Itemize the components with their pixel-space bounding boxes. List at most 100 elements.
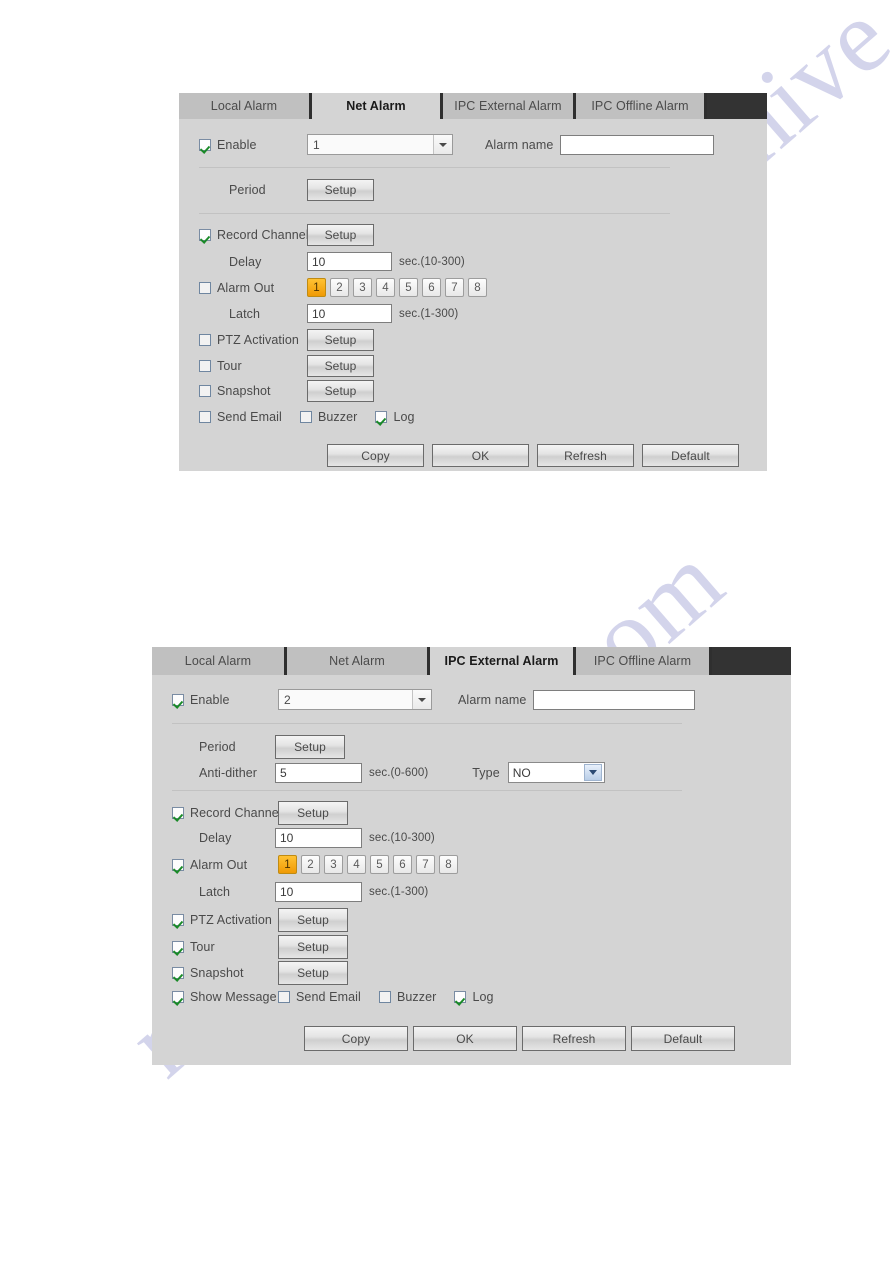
ok-button[interactable]: OK — [413, 1026, 517, 1051]
alarm-out-chip-5[interactable]: 5 — [399, 278, 418, 297]
latch-input[interactable] — [307, 304, 392, 323]
alarm-out-chip-2[interactable]: 2 — [330, 278, 349, 297]
alarm-out-chip-3[interactable]: 3 — [353, 278, 372, 297]
buzzer-checkbox-group[interactable]: Buzzer — [378, 990, 437, 1004]
record-channel-checkbox-group[interactable]: Record Channel — [199, 228, 309, 242]
chip-label: 1 — [284, 858, 291, 871]
tab-ipc-offline-alarm[interactable]: IPC Offline Alarm — [576, 647, 712, 675]
chevron-down-icon[interactable] — [412, 690, 431, 709]
snapshot-checkbox-group[interactable]: Snapshot — [172, 966, 278, 980]
record-channel-setup-button[interactable]: Setup — [278, 801, 348, 825]
log-checkbox-group[interactable]: Log — [454, 990, 494, 1004]
send-email-checkbox-group[interactable]: Send Email — [278, 990, 361, 1004]
alarm-out-chip-7[interactable]: 7 — [416, 855, 435, 874]
buzzer-checkbox-group[interactable]: Buzzer — [299, 410, 358, 424]
alarm-out-chip-5[interactable]: 5 — [370, 855, 389, 874]
log-checkbox-group[interactable]: Log — [375, 410, 415, 424]
alarm-out-checkbox[interactable] — [199, 281, 211, 294]
tab-label: Local Alarm — [210, 99, 278, 113]
alarm-out-chip-6[interactable]: 6 — [422, 278, 441, 297]
latch-input[interactable] — [275, 882, 362, 902]
show-message-checkbox[interactable] — [172, 991, 184, 1003]
ptz-activation-checkbox[interactable] — [199, 334, 211, 346]
alarm-out-chip-1[interactable]: 1 — [307, 278, 326, 297]
copy-button[interactable]: Copy — [304, 1026, 408, 1051]
snapshot-checkbox-group[interactable]: Snapshot — [199, 384, 307, 398]
copy-button[interactable]: Copy — [327, 444, 424, 467]
alarm-name-input[interactable] — [560, 134, 715, 155]
enable-checkbox[interactable] — [172, 693, 184, 706]
snapshot-checkbox[interactable] — [172, 967, 184, 979]
alarm-out-chip-7[interactable]: 7 — [445, 278, 464, 297]
alarm-out-chip-6[interactable]: 6 — [393, 855, 412, 874]
snapshot-setup-button[interactable]: Setup — [307, 380, 374, 402]
delay-input[interactable] — [307, 252, 392, 271]
buzzer-checkbox[interactable] — [299, 411, 312, 423]
period-setup-button[interactable]: Setup — [307, 179, 374, 201]
refresh-button[interactable]: Refresh — [522, 1026, 626, 1051]
tour-checkbox-group[interactable]: Tour — [199, 359, 307, 373]
alarm-out-chip-3[interactable]: 3 — [324, 855, 343, 874]
delay-input[interactable] — [275, 828, 362, 848]
alarm-out-chip-2[interactable]: 2 — [301, 855, 320, 874]
channel-select[interactable]: 1 — [307, 134, 453, 155]
record-channel-row: Record Channel Setup — [199, 224, 374, 246]
enable-checkbox-group[interactable]: Enable — [172, 693, 278, 707]
send-email-checkbox-group[interactable]: Send Email — [199, 410, 282, 424]
tour-checkbox[interactable] — [172, 941, 184, 953]
chevron-down-icon[interactable] — [433, 135, 452, 154]
send-email-checkbox[interactable] — [199, 411, 211, 423]
chevron-down-icon[interactable] — [583, 764, 602, 781]
ptz-activation-checkbox[interactable] — [172, 914, 184, 926]
buzzer-checkbox[interactable] — [378, 991, 391, 1003]
refresh-button[interactable]: Refresh — [537, 444, 634, 467]
alarm-out-checkbox[interactable] — [172, 858, 184, 871]
tab-ipc-external-alarm[interactable]: IPC External Alarm — [443, 93, 576, 119]
anti-dither-input[interactable] — [275, 762, 362, 783]
tab-ipc-offline-alarm[interactable]: IPC Offline Alarm — [576, 93, 707, 119]
tab-local-alarm[interactable]: Local Alarm — [179, 93, 312, 119]
alarm-out-chip-8[interactable]: 8 — [468, 278, 487, 297]
enable-checkbox[interactable] — [199, 138, 211, 151]
snapshot-setup-button[interactable]: Setup — [278, 961, 348, 985]
ok-button[interactable]: OK — [432, 444, 529, 467]
snapshot-checkbox[interactable] — [199, 385, 211, 397]
channel-select[interactable]: 2 — [278, 689, 432, 710]
default-button[interactable]: Default — [631, 1026, 735, 1051]
tab-net-alarm[interactable]: Net Alarm — [287, 647, 430, 675]
section-divider — [199, 213, 670, 214]
tour-checkbox[interactable] — [199, 360, 211, 372]
record-channel-setup-button[interactable]: Setup — [307, 224, 374, 246]
alarm-name-input[interactable] — [533, 689, 696, 710]
record-channel-checkbox[interactable] — [199, 229, 211, 241]
log-checkbox[interactable] — [375, 411, 388, 423]
type-select[interactable]: NO — [507, 762, 605, 783]
ptz-activation-checkbox-group[interactable]: PTZ Activation — [172, 913, 278, 927]
alarm-out-chip-8[interactable]: 8 — [439, 855, 458, 874]
tab-net-alarm[interactable]: Net Alarm — [312, 93, 443, 119]
tour-setup-button[interactable]: Setup — [278, 935, 348, 959]
record-channel-label: Record Channel — [217, 228, 309, 242]
alarm-out-chip-4[interactable]: 4 — [347, 855, 366, 874]
record-channel-checkbox[interactable] — [172, 807, 184, 819]
tab-local-alarm[interactable]: Local Alarm — [152, 647, 287, 675]
tour-checkbox-group[interactable]: Tour — [172, 940, 278, 954]
default-button[interactable]: Default — [642, 444, 739, 467]
send-email-checkbox[interactable] — [278, 991, 290, 1003]
alarm-out-checkbox-group[interactable]: Alarm Out — [199, 281, 307, 295]
record-channel-checkbox-group[interactable]: Record Channel — [172, 806, 282, 820]
tour-setup-button[interactable]: Setup — [307, 355, 374, 377]
enable-checkbox-group[interactable]: Enable — [199, 138, 307, 152]
ptz-activation-setup-button[interactable]: Setup — [307, 329, 374, 351]
ptz-activation-checkbox-group[interactable]: PTZ Activation — [199, 333, 307, 347]
period-setup-button[interactable]: Setup — [275, 735, 345, 759]
chip-label: 2 — [307, 858, 314, 871]
tour-row: Tour Setup — [172, 935, 348, 959]
show-message-checkbox-group[interactable]: Show Message — [172, 990, 278, 1004]
tab-ipc-external-alarm[interactable]: IPC External Alarm — [430, 647, 576, 675]
log-checkbox[interactable] — [454, 991, 467, 1003]
alarm-out-chip-1[interactable]: 1 — [278, 855, 297, 874]
ptz-activation-setup-button[interactable]: Setup — [278, 908, 348, 932]
alarm-out-chip-4[interactable]: 4 — [376, 278, 395, 297]
alarm-out-checkbox-group[interactable]: Alarm Out — [172, 858, 278, 872]
